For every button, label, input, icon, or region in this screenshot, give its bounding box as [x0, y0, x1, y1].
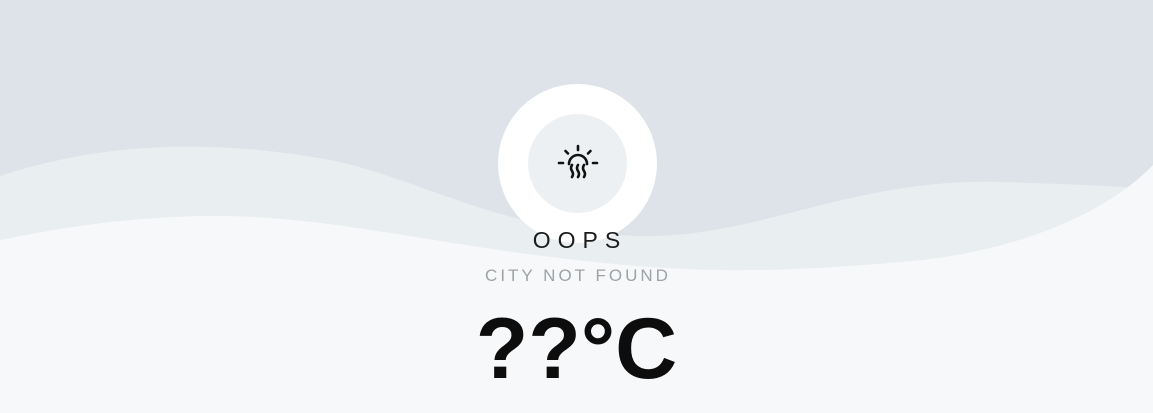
sun-haze-icon [557, 144, 598, 178]
status-title: OOPS [532, 227, 628, 253]
temperature-value: ??°C [475, 301, 678, 397]
weather-widget: OOPS CITY NOT FOUND ??°C [0, 0, 1153, 413]
weather-icon-inner [528, 114, 627, 213]
status-subtitle: CITY NOT FOUND [485, 266, 671, 285]
weather-icon-badge [498, 84, 657, 243]
